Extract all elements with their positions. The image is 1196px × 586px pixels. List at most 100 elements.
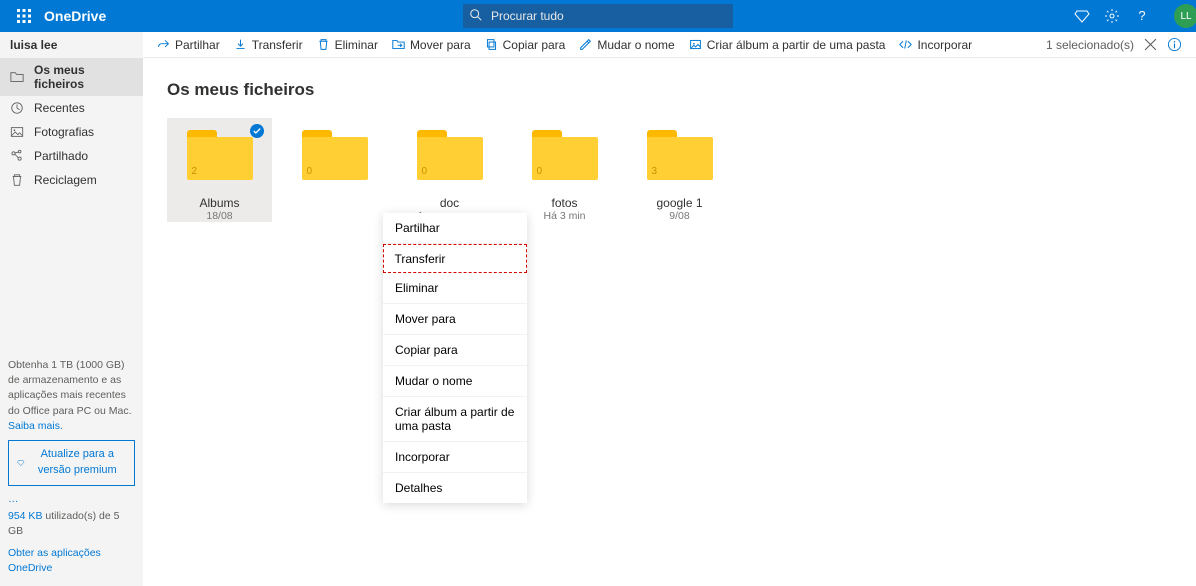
share-icon (10, 149, 24, 163)
trash-icon (10, 173, 24, 187)
folder-name: google 1 (656, 196, 702, 210)
premium-button[interactable]: Atualize para a versão premium (8, 440, 135, 486)
cmd-label: Criar álbum a partir de uma pasta (707, 38, 886, 52)
folder-date: 18/08 (206, 210, 232, 222)
download-icon (234, 38, 247, 51)
search-input[interactable] (463, 4, 733, 28)
context-menu-item[interactable]: Copiar para (383, 335, 527, 366)
folder-item[interactable]: 0 (282, 118, 387, 222)
context-menu-item[interactable]: Mover para (383, 304, 527, 335)
sidebar-item-clock[interactable]: Recentes (0, 96, 143, 120)
folder-icon (10, 70, 24, 84)
settings-button[interactable] (1098, 2, 1126, 30)
context-menu-item[interactable]: Transferir (383, 244, 527, 273)
cmd-label: Mudar o nome (597, 38, 674, 52)
folder-count: 0 (537, 166, 543, 177)
sidebar-item-label: Fotografias (34, 125, 94, 139)
sidebar-item-share[interactable]: Partilhado (0, 144, 143, 168)
folder-item[interactable]: 3google 19/08 (627, 118, 732, 222)
folder-icon: 3 (647, 130, 713, 180)
context-menu-item[interactable]: Detalhes (383, 473, 527, 503)
diamond-icon (1074, 8, 1090, 24)
close-icon (1144, 38, 1157, 51)
diamond-icon (17, 457, 25, 469)
move-icon (392, 38, 405, 51)
cmd-share[interactable]: Partilhar (157, 38, 220, 52)
cmd-copy[interactable]: Copiar para (485, 38, 566, 52)
album-icon (689, 38, 702, 51)
sidebar-item-label: Partilhado (34, 149, 88, 163)
share-icon (157, 38, 170, 51)
context-menu-item[interactable]: Criar álbum a partir de uma pasta (383, 397, 527, 442)
sidebar-item-label: Os meus ficheiros (34, 63, 133, 91)
delete-icon (317, 38, 330, 51)
cmd-label: Eliminar (335, 38, 378, 52)
embed-icon (899, 38, 912, 51)
folder-count: 2 (192, 166, 198, 177)
promo-link[interactable]: Saiba mais. (8, 419, 63, 434)
context-menu: PartilharTransferirEliminarMover paraCop… (383, 213, 527, 503)
premium-icon-button[interactable] (1068, 2, 1096, 30)
info-button[interactable] (1167, 37, 1182, 52)
sidebar-item-label: Recentes (34, 101, 85, 115)
cmd-label: Incorporar (917, 38, 972, 52)
more-dots[interactable]: … (8, 492, 135, 507)
folder-icon: 0 (302, 130, 368, 180)
app-launcher-button[interactable] (8, 0, 40, 32)
cmd-rename[interactable]: Mudar o nome (579, 38, 674, 52)
context-menu-item[interactable]: Partilhar (383, 213, 527, 244)
content-area: Os meus ficheiros 2Albums18/0800docAgora… (143, 58, 1196, 244)
app-header: OneDrive ? LL (0, 0, 1196, 32)
cmd-label: Mover para (410, 38, 471, 52)
storage-used-link[interactable]: 954 KB (8, 509, 42, 524)
folder-name: Albums (199, 196, 239, 210)
folder-count: 3 (652, 166, 658, 177)
sidebar-user: luisa lee (0, 32, 143, 58)
premium-button-label: Atualize para a versão premium (29, 447, 126, 479)
selection-count: 1 selecionado(s) (1046, 38, 1134, 52)
clear-selection-button[interactable] (1144, 38, 1157, 51)
context-menu-item[interactable]: Eliminar (383, 273, 527, 304)
folder-icon: 2 (187, 130, 253, 180)
sidebar-item-photo[interactable]: Fotografias (0, 120, 143, 144)
account-avatar[interactable]: LL (1174, 4, 1196, 28)
context-menu-item[interactable]: Incorporar (383, 442, 527, 473)
context-menu-item[interactable]: Mudar o nome (383, 366, 527, 397)
get-apps-link[interactable]: Obter as aplicações OneDrive (8, 546, 135, 576)
folder-icon: 0 (532, 130, 598, 180)
folder-count: 0 (307, 166, 313, 177)
folder-item[interactable]: 2 Albums18/08 (167, 118, 272, 222)
gear-icon (1104, 8, 1120, 24)
command-bar: Partilhar Transferir Eliminar Mover para Cop… (143, 32, 1196, 58)
help-button[interactable]: ? (1128, 2, 1156, 30)
storage-line: 954 KB utilizado(s) de 5 GB (8, 509, 135, 539)
folder-count: 0 (422, 166, 428, 177)
sidebar-item-trash[interactable]: Reciclagem (0, 168, 143, 192)
folder-name: fotos (551, 196, 577, 210)
promo-text: Obtenha 1 TB (1000 GB) de armazenamento … (8, 358, 135, 419)
sidebar-item-folder[interactable]: Os meus ficheiros (0, 58, 143, 96)
folder-item[interactable]: 0docAgora mesmo (397, 118, 502, 222)
sidebar-bottom: Obtenha 1 TB (1000 GB) de armazenamento … (0, 350, 143, 586)
cmd-album[interactable]: Criar álbum a partir de uma pasta (689, 38, 886, 52)
copy-icon (485, 38, 498, 51)
folder-date: Há 3 min (543, 210, 585, 222)
cmd-label: Partilhar (175, 38, 220, 52)
photo-icon (10, 125, 24, 139)
cmd-label: Transferir (252, 38, 303, 52)
clock-icon (10, 101, 24, 115)
folder-icon: 0 (417, 130, 483, 180)
rename-icon (579, 38, 592, 51)
cmd-move[interactable]: Mover para (392, 38, 471, 52)
folder-name: doc (440, 196, 459, 210)
folder-grid: 2Albums18/0800docAgora mesmo0fotosHá 3 m… (167, 118, 1172, 222)
cmd-delete[interactable]: Eliminar (317, 38, 378, 52)
svg-text:?: ? (1138, 8, 1145, 23)
sidebar: luisa lee Os meus ficheiros Recentes Fotog… (0, 32, 143, 586)
sidebar-item-label: Reciclagem (34, 173, 97, 187)
page-title: Os meus ficheiros (167, 80, 1172, 100)
folder-item[interactable]: 0 fotosHá 3 min (512, 118, 617, 222)
help-icon: ? (1134, 8, 1150, 24)
cmd-download[interactable]: Transferir (234, 38, 303, 52)
cmd-embed[interactable]: Incorporar (899, 38, 972, 52)
